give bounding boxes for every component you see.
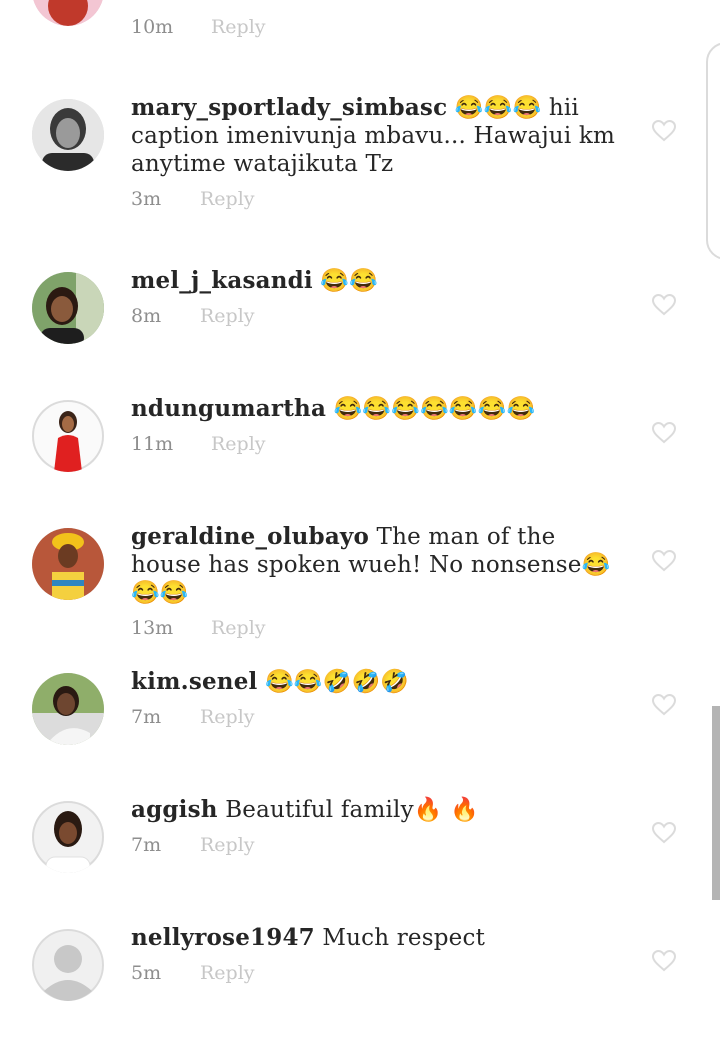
- comment-meta: 5m Reply: [131, 962, 631, 990]
- reply-button[interactable]: Reply: [200, 834, 255, 856]
- reply-button[interactable]: Reply: [200, 305, 255, 327]
- comment-meta: 13m Reply: [131, 617, 631, 645]
- comment-time: 7m: [131, 834, 162, 856]
- comment-body: 😂😂🤣🤣🤣: [257, 669, 410, 695]
- comment-time: 7m: [131, 706, 162, 728]
- comment-text: kim.senel 😂😂🤣🤣🤣: [131, 668, 631, 696]
- avatar[interactable]: [32, 528, 104, 600]
- like-heart-icon[interactable]: [652, 294, 676, 316]
- reply-button[interactable]: Reply: [211, 433, 266, 455]
- comment-meta: 11m Reply: [131, 433, 631, 461]
- comment-body: Much respect: [314, 925, 486, 951]
- reply-button[interactable]: Reply: [200, 706, 255, 728]
- comment-time: 13m: [131, 617, 174, 639]
- scrollbar[interactable]: [712, 706, 720, 900]
- comment-meta: 7m Reply: [131, 706, 631, 734]
- comment-time: 5m: [131, 962, 162, 984]
- like-heart-icon[interactable]: [652, 950, 676, 972]
- like-heart-icon[interactable]: [652, 550, 676, 572]
- comment-username[interactable]: geraldine_olubayo: [131, 523, 369, 550]
- comment-meta: 3m Reply: [131, 188, 631, 216]
- comment-time: 8m: [131, 305, 162, 327]
- comment-meta: 8m Reply: [131, 305, 631, 333]
- like-heart-icon[interactable]: [652, 120, 676, 142]
- avatar[interactable]: [32, 400, 104, 472]
- like-heart-icon[interactable]: [652, 694, 676, 716]
- comment-username[interactable]: nellyrose1947: [131, 924, 315, 951]
- comment-username[interactable]: mary_sportlady_simbasc: [131, 94, 447, 121]
- comment-time: 3m: [131, 188, 162, 210]
- comment-body: 😂😂: [312, 268, 379, 294]
- avatar[interactable]: [32, 0, 104, 26]
- avatar[interactable]: [32, 929, 104, 1001]
- avatar[interactable]: [32, 673, 104, 745]
- reply-button[interactable]: Reply: [200, 962, 255, 984]
- comment-username[interactable]: aggish: [131, 796, 218, 823]
- comment-time: 11m: [131, 433, 174, 455]
- comment-body: Beautiful family🔥 🔥: [217, 797, 479, 823]
- side-panel-edge: [706, 42, 720, 260]
- comment-text: aggish Beautiful family🔥 🔥: [131, 796, 631, 824]
- avatar[interactable]: [32, 272, 104, 344]
- reply-button[interactable]: Reply: [211, 16, 266, 38]
- comment-username[interactable]: mel_j_kasandi: [131, 267, 313, 294]
- comment-text: geraldine_olubayo The man of the house h…: [131, 523, 631, 607]
- comment-meta: 10m Reply: [131, 16, 431, 44]
- comment-text: nellyrose1947 Much respect: [131, 924, 631, 952]
- comment-text: ndungumartha 😂😂😂😂😂😂😂: [131, 395, 631, 423]
- like-heart-icon[interactable]: [652, 822, 676, 844]
- comment-meta: 7m Reply: [131, 834, 631, 862]
- comment-text: mel_j_kasandi 😂😂: [131, 267, 631, 295]
- avatar[interactable]: [32, 801, 104, 873]
- avatar[interactable]: [32, 99, 104, 171]
- comment-text: mary_sportlady_simbasc 😂😂😂 hii caption i…: [131, 94, 631, 178]
- reply-button[interactable]: Reply: [200, 188, 255, 210]
- comment-username[interactable]: ndungumartha: [131, 395, 326, 422]
- like-heart-icon[interactable]: [652, 422, 676, 444]
- reply-button[interactable]: Reply: [211, 617, 266, 639]
- comment-body: 😂😂😂😂😂😂😂: [326, 396, 536, 422]
- comment-time: 10m: [131, 16, 174, 38]
- comment-username[interactable]: kim.senel: [131, 668, 258, 695]
